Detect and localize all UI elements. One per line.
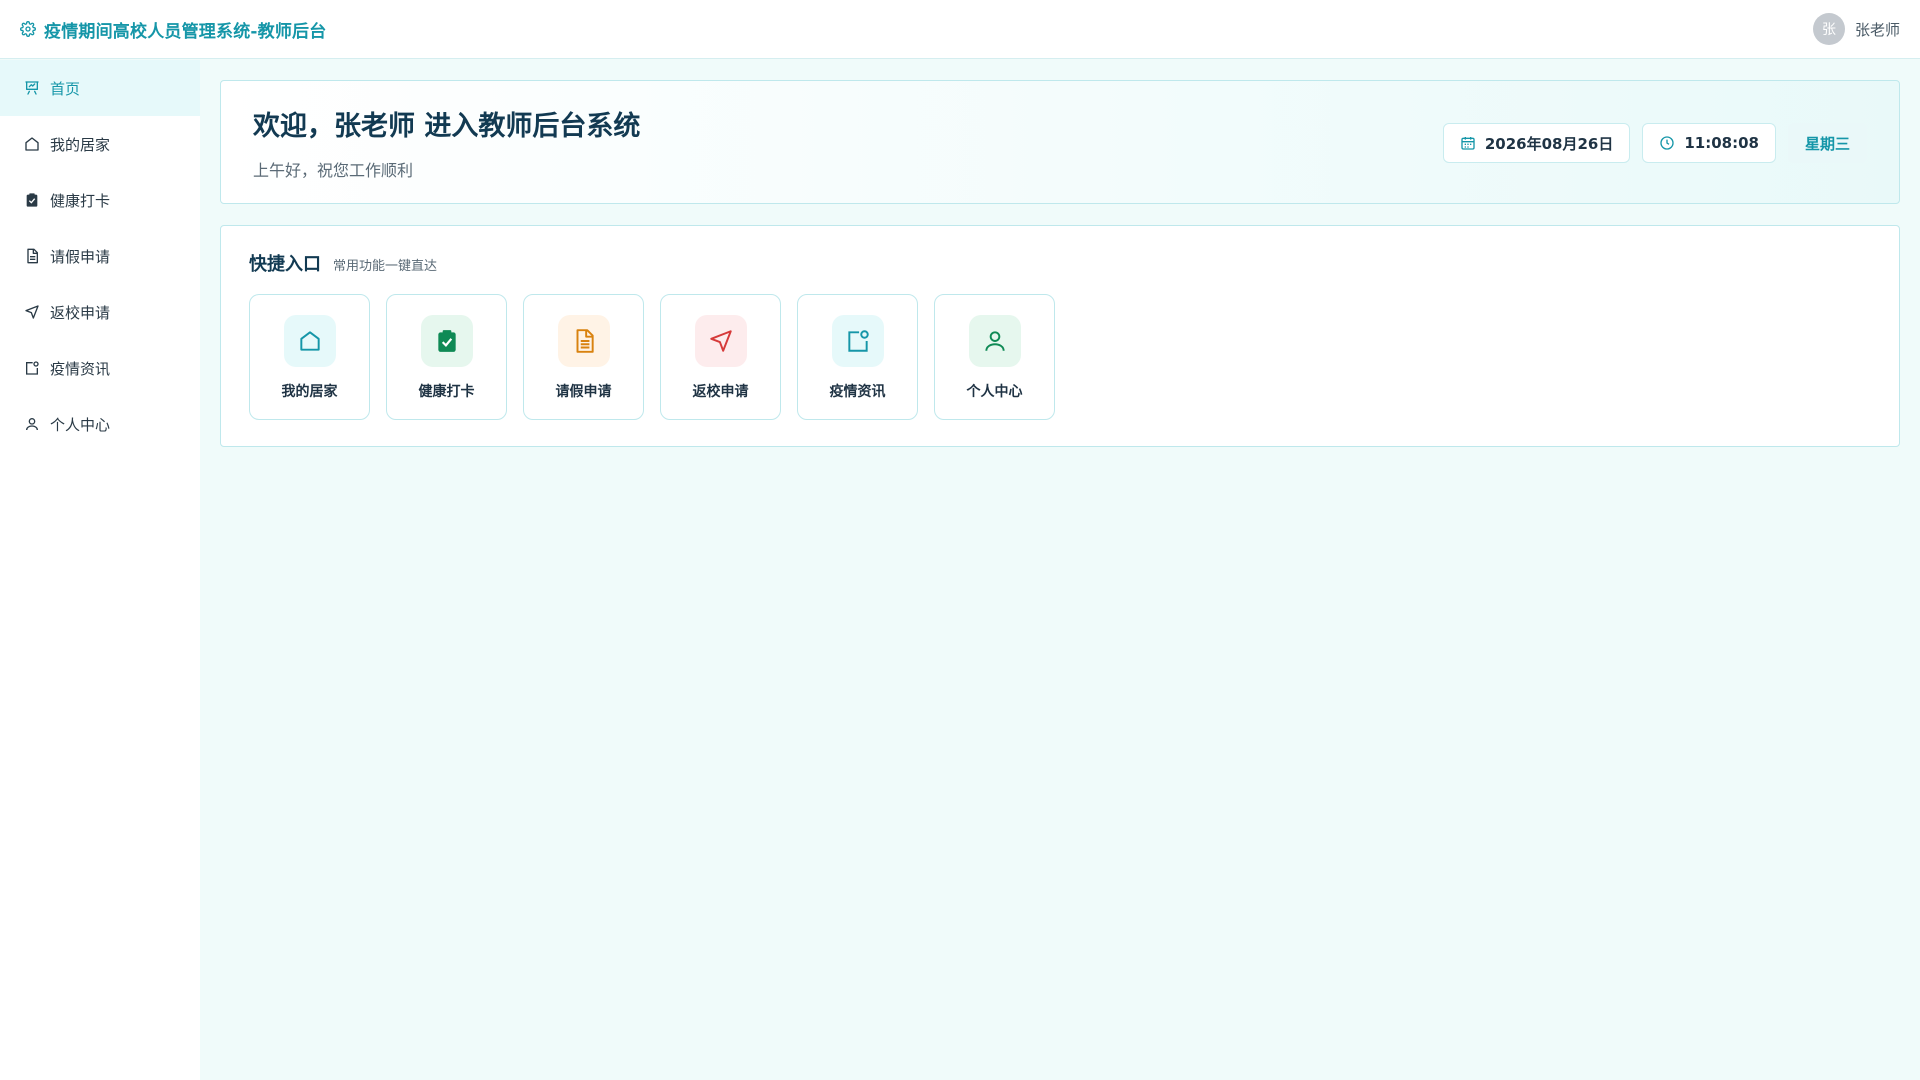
sidebar-item-leave-request[interactable]: 请假申请	[0, 228, 200, 284]
sidebar-item-epidemic-news[interactable]: 疫情资讯	[0, 340, 200, 396]
quick-tile-epidemic-news[interactable]: 疫情资讯	[797, 294, 918, 420]
sidebar-item-label: 个人中心	[50, 415, 111, 434]
clipboard-check-icon	[420, 315, 473, 367]
datetime-group: 2026年08月26日 11:08:08 星期三	[1442, 123, 1867, 163]
time-text: 11:08:08	[1684, 134, 1759, 152]
quick-entry-tiles: 我的居家 健康打卡 请假申请 返校申请 疫情资讯 个人中心	[249, 294, 1871, 420]
date-text: 2026年08月26日	[1484, 134, 1614, 153]
quick-entry-subtitle: 常用功能一键直达	[333, 259, 438, 274]
system-title: 疫情期间高校人员管理系统-教师后台	[44, 21, 327, 42]
sidebar-item-label: 返校申请	[50, 303, 111, 322]
welcome-card: 欢迎，张老师 进入教师后台系统 上午好，祝您工作顺利 2026年08月26日 1…	[220, 80, 1900, 204]
home-icon	[283, 315, 336, 367]
user-name[interactable]: 张老师	[1855, 19, 1900, 40]
send-icon	[694, 315, 747, 367]
tile-label: 健康打卡	[418, 384, 475, 400]
tile-label: 请假申请	[555, 384, 612, 400]
quick-tile-my-home[interactable]: 我的居家	[249, 294, 370, 420]
clipboard-check-icon	[24, 192, 40, 208]
sidebar-item-return-request[interactable]: 返校申请	[0, 284, 200, 340]
calendar-icon	[1460, 135, 1476, 151]
news-icon	[831, 315, 884, 367]
sidebar-item-my-home[interactable]: 我的居家	[0, 116, 200, 172]
quick-entry-header: 快捷入口 常用功能一键直达	[249, 250, 1871, 276]
quick-entry-card: 快捷入口 常用功能一键直达 我的居家 健康打卡 请假申请 返校申请 疫情资讯 个…	[220, 225, 1900, 447]
quick-tile-leave-request[interactable]: 请假申请	[523, 294, 644, 420]
sidebar-item-label: 疫情资讯	[50, 359, 111, 378]
sidebar: 首页 我的居家 健康打卡 请假申请 返校申请 疫情资讯 个人中心	[0, 60, 200, 1080]
gear-icon	[20, 21, 36, 37]
sidebar-item-label: 首页	[50, 79, 81, 98]
user-icon	[24, 416, 40, 432]
sidebar-item-label: 我的居家	[50, 135, 111, 154]
quick-tile-return-request[interactable]: 返校申请	[660, 294, 781, 420]
dashboard-icon	[24, 80, 40, 96]
sidebar-item-profile[interactable]: 个人中心	[0, 396, 200, 452]
clock-icon	[1659, 135, 1675, 151]
top-header: 疫情期间高校人员管理系统-教师后台 张 张老师	[0, 0, 1920, 59]
date-badge: 2026年08月26日	[1442, 123, 1631, 163]
tile-label: 返校申请	[692, 384, 749, 400]
home-icon	[24, 136, 40, 152]
avatar[interactable]: 张	[1812, 13, 1845, 45]
user-icon	[968, 315, 1021, 367]
sidebar-item-label: 请假申请	[50, 247, 111, 266]
tile-label: 个人中心	[966, 384, 1023, 400]
quick-entry-title: 快捷入口	[249, 254, 321, 275]
weekday-badge: 星期三	[1787, 123, 1867, 163]
quick-tile-profile[interactable]: 个人中心	[934, 294, 1055, 420]
document-icon	[24, 248, 40, 264]
quick-tile-health-checkin[interactable]: 健康打卡	[386, 294, 507, 420]
sidebar-item-home[interactable]: 首页	[0, 60, 200, 116]
send-icon	[24, 304, 40, 320]
sidebar-item-label: 健康打卡	[50, 191, 111, 210]
brand: 疫情期间高校人员管理系统-教师后台	[20, 17, 326, 42]
tile-label: 我的居家	[281, 384, 338, 400]
user-menu[interactable]: 张 张老师	[1812, 13, 1900, 45]
document-icon	[557, 315, 610, 367]
time-badge: 11:08:08	[1642, 123, 1776, 163]
sidebar-item-health-checkin[interactable]: 健康打卡	[0, 172, 200, 228]
news-icon	[24, 360, 40, 376]
tile-label: 疫情资讯	[829, 384, 886, 400]
